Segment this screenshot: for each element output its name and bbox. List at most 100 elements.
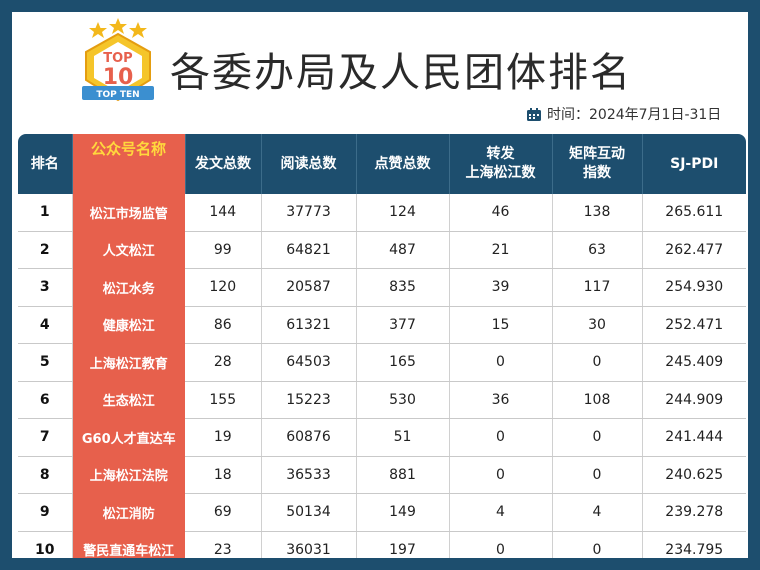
cell-matrix: 117 (552, 268, 643, 307)
cell-reads: 37773 (261, 194, 357, 232)
cell-index: 244.909 (642, 381, 746, 419)
cell-rank: 7 (18, 418, 73, 457)
cell-matrix: 0 (552, 531, 643, 558)
cell-matrix: 0 (552, 418, 643, 457)
header-posts: 发文总数 (185, 134, 262, 194)
cell-reads: 64821 (261, 231, 357, 269)
cell-rank: 3 (18, 268, 73, 307)
date-label: 时间： (547, 107, 589, 123)
cell-repost: 0 (449, 456, 553, 494)
cell-index: 240.625 (642, 456, 746, 494)
cell-name: 松江水务 (72, 268, 185, 307)
cell-name: 人文松江 (72, 231, 185, 269)
cell-index: 252.471 (642, 306, 746, 344)
cell-reads: 61321 (261, 306, 357, 344)
cell-name: 健康松江 (72, 306, 185, 344)
cell-index: 234.795 (642, 531, 746, 558)
cell-likes: 51 (356, 418, 450, 457)
cell-posts: 18 (185, 456, 262, 494)
header-matrix: 矩阵互动 指数 (552, 134, 643, 194)
cell-matrix: 0 (552, 343, 643, 382)
cell-likes: 197 (356, 531, 450, 558)
page-title: 各委办局及人民团体排名 (170, 50, 632, 96)
cell-name: 警民直通车松江 (72, 531, 185, 558)
cell-posts: 99 (185, 231, 262, 269)
cell-rank: 8 (18, 456, 73, 494)
cell-name: 上海松江教育 (72, 343, 185, 382)
cell-posts: 86 (185, 306, 262, 344)
cell-index: 254.930 (642, 268, 746, 307)
top-ten-badge-icon: TOP 10 TOP TEN (82, 18, 154, 102)
table-row: 2 人文松江 99 64821 487 21 63 262.477 (18, 231, 746, 269)
cell-repost: 46 (449, 194, 553, 232)
cell-name: 生态松江 (72, 381, 185, 419)
table-row: 6 生态松江 155 15223 530 36 108 244.909 (18, 381, 746, 419)
cell-repost: 0 (449, 418, 553, 457)
table-row: 4 健康松江 86 61321 377 15 30 252.471 (18, 306, 746, 344)
cell-index: 265.611 (642, 194, 746, 232)
cell-posts: 19 (185, 418, 262, 457)
table-row: 9 松江消防 69 50134 149 4 4 239.278 (18, 493, 746, 532)
cell-matrix: 0 (552, 456, 643, 494)
header-index: SJ-PDI (642, 134, 746, 194)
cell-rank: 4 (18, 306, 73, 344)
header-repost: 转发 上海松江数 (449, 134, 553, 194)
cell-reads: 60876 (261, 418, 357, 457)
cell-reads: 20587 (261, 268, 357, 307)
cell-rank: 6 (18, 381, 73, 419)
cell-repost: 36 (449, 381, 553, 419)
header-rank: 排名 (18, 134, 73, 194)
cell-repost: 39 (449, 268, 553, 307)
cell-matrix: 108 (552, 381, 643, 419)
cell-reads: 36533 (261, 456, 357, 494)
header-likes: 点赞总数 (356, 134, 450, 194)
cell-index: 262.477 (642, 231, 746, 269)
header-name: 公众号名称 (72, 134, 186, 194)
cell-reads: 64503 (261, 343, 357, 382)
cell-repost: 0 (449, 343, 553, 382)
cell-rank: 5 (18, 343, 73, 382)
table-row: 10 警民直通车松江 23 36031 197 0 0 234.795 (18, 531, 746, 558)
cell-posts: 155 (185, 381, 262, 419)
table-header-row: 排名 公众号名称 发文总数 阅读总数 点赞总数 转发 上海松江数 矩阵互动 指数 S… (18, 134, 746, 194)
cell-repost: 15 (449, 306, 553, 344)
table-row: 8 上海松江法院 18 36533 881 0 0 240.625 (18, 456, 746, 494)
cell-likes: 881 (356, 456, 450, 494)
cell-reads: 50134 (261, 493, 357, 532)
svg-text:TOP TEN: TOP TEN (96, 90, 139, 100)
cell-rank: 1 (18, 194, 73, 232)
cell-likes: 124 (356, 194, 450, 232)
cell-name: 上海松江法院 (72, 456, 185, 494)
cell-posts: 120 (185, 268, 262, 307)
header-reads: 阅读总数 (261, 134, 357, 194)
cell-matrix: 30 (552, 306, 643, 344)
table-row: 7 G60人才直达车 19 60876 51 0 0 241.444 (18, 418, 746, 457)
cell-matrix: 63 (552, 231, 643, 269)
cell-likes: 165 (356, 343, 450, 382)
table-row: 3 松江水务 120 20587 835 39 117 254.930 (18, 268, 746, 307)
cell-index: 241.444 (642, 418, 746, 457)
cell-rank: 2 (18, 231, 73, 269)
ranking-table: 排名 公众号名称 发文总数 阅读总数 点赞总数 转发 上海松江数 矩阵互动 指数 S… (18, 134, 746, 558)
cell-matrix: 4 (552, 493, 643, 532)
ranking-panel: TOP 10 TOP TEN 各委办局及人民团体排名 时间： 2024年7月1日-… (12, 12, 748, 558)
cell-rank: 10 (18, 531, 73, 558)
cell-likes: 149 (356, 493, 450, 532)
date-range: 时间： 2024年7月1日-31日 (527, 104, 721, 124)
cell-repost: 0 (449, 531, 553, 558)
cell-name: 松江消防 (72, 493, 185, 532)
cell-posts: 144 (185, 194, 262, 232)
cell-likes: 487 (356, 231, 450, 269)
date-value: 2024年7月1日-31日 (589, 107, 722, 123)
cell-matrix: 138 (552, 194, 643, 232)
cell-index: 245.409 (642, 343, 746, 382)
cell-likes: 377 (356, 306, 450, 344)
cell-reads: 36031 (261, 531, 357, 558)
table-row: 1 松江市场监管 144 37773 124 46 138 265.611 (18, 194, 746, 232)
cell-posts: 69 (185, 493, 262, 532)
table-row: 5 上海松江教育 28 64503 165 0 0 245.409 (18, 343, 746, 382)
cell-posts: 28 (185, 343, 262, 382)
calendar-icon (527, 107, 541, 121)
cell-reads: 15223 (261, 381, 357, 419)
cell-name: 松江市场监管 (72, 194, 185, 232)
